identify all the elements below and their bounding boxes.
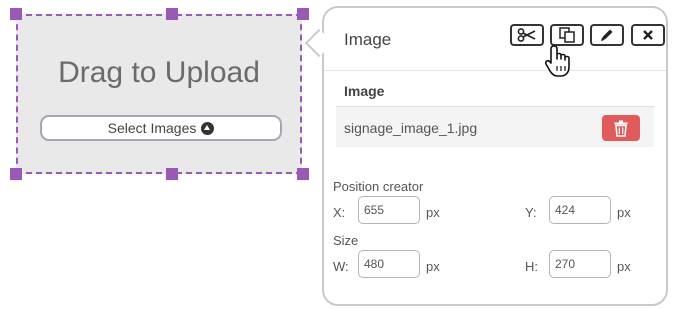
cut-icon	[517, 28, 536, 42]
panel-header: Image	[324, 8, 666, 71]
image-file-name: signage_image_1.jpg	[344, 120, 478, 136]
y-unit: px	[617, 205, 631, 220]
properties-panel: Image Image signage_image_1.jpg Position…	[322, 6, 668, 306]
drag-upload-title: Drag to Upload	[58, 56, 260, 89]
w-label: W:	[333, 259, 349, 274]
x-label: X:	[333, 205, 346, 220]
resize-handle-bottom-right[interactable]	[297, 168, 309, 180]
select-images-button[interactable]: Select Images	[40, 115, 282, 141]
resize-handle-top-center[interactable]	[166, 8, 178, 20]
h-label: H:	[525, 259, 538, 274]
x-unit: px	[426, 205, 440, 220]
edit-button[interactable]	[590, 24, 624, 46]
y-input[interactable]: 424	[549, 196, 611, 224]
close-button[interactable]	[631, 24, 665, 46]
resize-handle-bottom-center[interactable]	[166, 168, 178, 180]
image-section-label: Image	[344, 83, 385, 99]
close-icon	[643, 30, 653, 40]
size-label: Size	[333, 233, 359, 248]
hand-cursor-icon	[545, 45, 570, 77]
select-images-label: Select Images	[107, 120, 197, 136]
copy-button[interactable]	[550, 24, 584, 46]
cut-button[interactable]	[510, 24, 544, 46]
y-label: Y:	[525, 205, 537, 220]
image-file-row: signage_image_1.jpg	[336, 106, 654, 147]
trash-icon	[614, 120, 628, 137]
resize-handle-bottom-left[interactable]	[10, 168, 22, 180]
resize-handle-top-left[interactable]	[10, 8, 22, 20]
copy-icon	[559, 27, 575, 43]
w-unit: px	[426, 259, 440, 274]
upload-drop-zone[interactable]: Drag to Upload Select Images	[16, 14, 302, 174]
panel-title: Image	[344, 30, 392, 49]
h-unit: px	[617, 259, 631, 274]
upload-arrow-icon	[201, 121, 215, 135]
position-label: Position creator	[333, 179, 424, 194]
h-input[interactable]: 270	[549, 250, 611, 278]
edit-icon	[601, 29, 613, 41]
delete-image-button[interactable]	[602, 115, 640, 141]
w-input[interactable]: 480	[358, 250, 420, 278]
x-input[interactable]: 655	[358, 196, 420, 224]
resize-handle-top-right[interactable]	[297, 8, 309, 20]
